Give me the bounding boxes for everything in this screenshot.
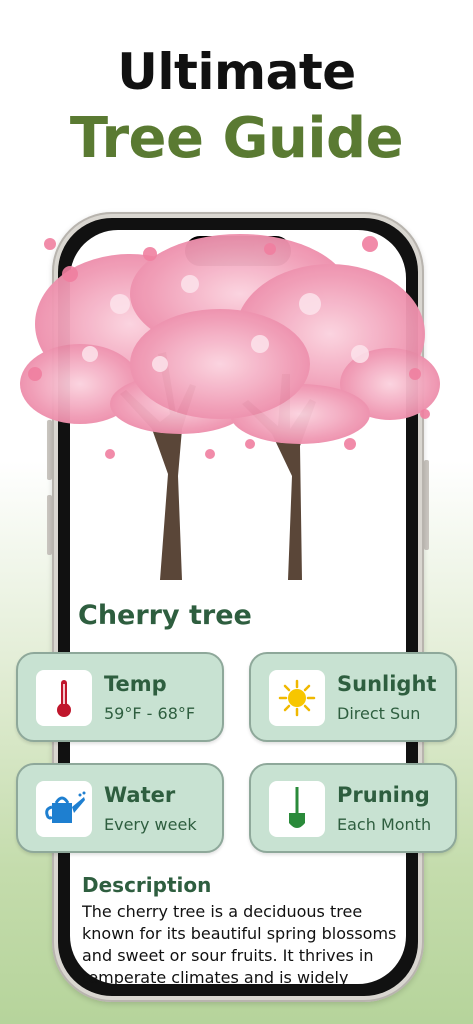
hero-title-line2: Tree Guide (69, 106, 404, 171)
temp-value: 59°F - 68°F (104, 704, 196, 723)
sunlight-value: Direct Sun (337, 704, 421, 723)
sunlight-title: Sunlight (337, 672, 437, 696)
sun-icon (269, 670, 325, 726)
water-card[interactable]: Water Every week (16, 763, 224, 853)
cherry-tree-image (20, 234, 440, 580)
water-title: Water (104, 783, 176, 807)
pruning-title: Pruning (337, 783, 430, 807)
hero-title-line1: Ultimate (117, 43, 356, 101)
sunlight-card[interactable]: Sunlight Direct Sun (249, 652, 457, 742)
species-name: Cherry tree (78, 600, 252, 631)
water-value: Every week (104, 815, 197, 834)
temp-title: Temp (104, 672, 167, 696)
temp-card[interactable]: Temp 59°F - 68°F (16, 652, 224, 742)
thermometer-icon (36, 670, 92, 726)
shovel-icon (269, 781, 325, 837)
description-text: The cherry tree is a deciduous tree know… (82, 902, 397, 985)
pruning-value: Each Month (337, 815, 432, 834)
watering-can-icon (36, 781, 92, 837)
description-title: Description (82, 873, 212, 897)
hero-title: Ultimate Tree Guide (0, 40, 473, 174)
tree-blossoms (20, 234, 440, 444)
pruning-card[interactable]: Pruning Each Month (249, 763, 457, 853)
